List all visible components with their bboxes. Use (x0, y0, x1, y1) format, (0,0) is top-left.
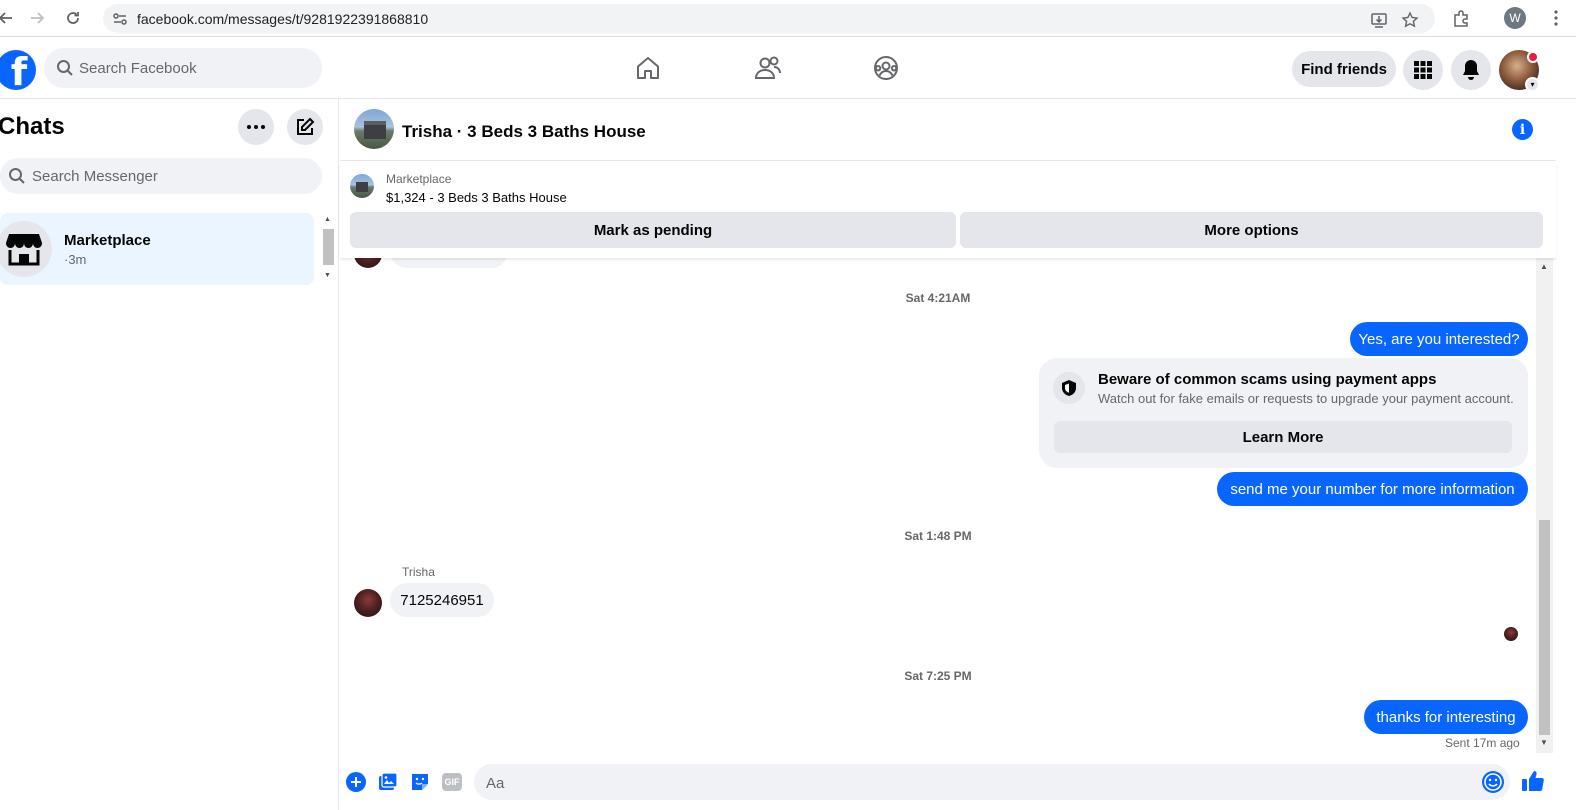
listing-bar: Marketplace $1,324 - 3 Beds 3 Baths Hous… (340, 162, 1556, 258)
more-options-icon (247, 125, 265, 129)
facebook-search[interactable] (44, 48, 322, 88)
message-bubble-incoming-partial (390, 258, 508, 268)
forward-icon[interactable] (25, 6, 49, 30)
facebook-search-input[interactable] (79, 58, 309, 78)
conversation-header: Trisha · 3 Beds 3 Baths House i (340, 99, 1556, 161)
listing-source: Marketplace (386, 172, 452, 186)
find-friends-button[interactable]: Find friends (1292, 51, 1396, 87)
plus-circle-icon (346, 772, 366, 792)
messenger-search[interactable] (0, 158, 322, 194)
chevron-down-icon[interactable]: ▾ (1525, 77, 1540, 92)
thumbs-up-icon (1522, 771, 1544, 791)
timestamp: Sat 1:48 PM (904, 529, 972, 543)
listing-thumbnail[interactable] (350, 174, 374, 198)
new-message-button[interactable] (287, 109, 323, 145)
gif-icon: GIF (442, 773, 462, 791)
message-scroll-thumb[interactable] (1539, 520, 1550, 735)
extensions-icon[interactable] (1449, 6, 1473, 30)
mark-as-pending-button[interactable]: Mark as pending (350, 212, 956, 248)
message-bubble-outgoing[interactable]: send me your number for more information (1217, 472, 1528, 506)
marketplace-store-icon (0, 221, 52, 277)
home-icon (637, 57, 659, 79)
nav-friends-tab[interactable] (752, 52, 784, 84)
emoji-icon[interactable] (1482, 771, 1504, 793)
chat-name: Marketplace (64, 232, 151, 249)
search-icon (9, 168, 25, 184)
sticker-button[interactable] (409, 771, 431, 793)
sidebar-scroll-thumb[interactable] (323, 229, 334, 265)
scam-warning-text: Watch out for fake emails or requests to… (1098, 391, 1514, 406)
message-input-wrapper[interactable] (474, 764, 1510, 800)
gif-button[interactable]: GIF (441, 771, 463, 793)
message-bubble-incoming[interactable]: 7125246951 (390, 583, 494, 617)
bell-icon (1463, 60, 1479, 80)
scam-warning-card: Beware of common scams using payment app… (1039, 358, 1528, 468)
notification-badge (1527, 51, 1539, 63)
search-icon (57, 60, 73, 76)
chats-title: Chats (0, 113, 65, 140)
grid-menu-icon (1414, 61, 1432, 79)
facebook-header: f Find friends ▾ (0, 38, 1576, 99)
message-composer: GIF (340, 758, 1556, 810)
more-actions-button[interactable] (345, 771, 367, 793)
message-scrollbar[interactable]: ▲ ▼ (1536, 258, 1553, 753)
listing-avatar[interactable] (354, 109, 394, 149)
nav-groups-tab[interactable] (870, 52, 902, 84)
bookmark-star-icon[interactable] (1400, 10, 1420, 30)
timestamp: Sat 7:25 PM (904, 669, 972, 683)
shield-icon (1053, 372, 1085, 404)
send-like-button[interactable] (1521, 769, 1545, 793)
conversation-title[interactable]: Trisha · 3 Beds 3 Baths House (402, 122, 646, 142)
scroll-down-arrow-icon[interactable]: ▼ (1540, 738, 1548, 747)
url-text: facebook.com/messages/t/9281922391868810 (137, 11, 429, 27)
groups-icon (874, 56, 898, 80)
messenger-search-input[interactable] (32, 166, 312, 186)
friends-icon (754, 56, 781, 79)
timestamp: Sat 4:21AM (905, 291, 971, 305)
sidebar-scrollbar[interactable]: ▲ ▼ (321, 216, 336, 283)
browser-toolbar: facebook.com/messages/t/9281922391868810… (0, 0, 1576, 37)
scroll-up-arrow-icon[interactable]: ▲ (324, 216, 331, 223)
menu-button[interactable] (1403, 50, 1443, 90)
chat-time: ·3m (64, 252, 87, 267)
facebook-logo-icon[interactable]: f (0, 50, 36, 90)
listing-description[interactable]: $1,324 - 3 Beds 3 Baths House (386, 190, 567, 205)
scroll-down-arrow-icon[interactable]: ▼ (324, 272, 331, 279)
sticker-icon (412, 774, 428, 790)
more-options-button[interactable]: More options (960, 212, 1543, 248)
message-bubble-outgoing[interactable]: thanks for interesting (1364, 700, 1528, 734)
nav-home-tab[interactable] (632, 52, 664, 84)
read-receipt-avatar (1504, 627, 1518, 641)
install-app-icon[interactable] (1369, 10, 1389, 30)
attach-photo-button[interactable] (377, 771, 399, 793)
learn-more-button[interactable]: Learn More (1054, 421, 1512, 453)
reload-icon[interactable] (61, 6, 85, 30)
message-input[interactable] (486, 773, 1466, 793)
scroll-up-arrow-icon[interactable]: ▲ (1540, 262, 1548, 271)
back-icon[interactable] (0, 6, 18, 30)
compose-icon (297, 117, 315, 135)
message-thread: Sat 4:21AM Yes, are you interested? Bewa… (340, 258, 1556, 758)
chat-list-item-marketplace[interactable]: Marketplace ·3m (0, 213, 314, 285)
notifications-button[interactable] (1451, 50, 1491, 90)
scam-warning-title: Beware of common scams using payment app… (1098, 371, 1437, 388)
chat-options-button[interactable] (238, 109, 274, 145)
message-bubble-outgoing[interactable]: Yes, are you interested? (1350, 322, 1528, 356)
info-icon[interactable]: i (1512, 119, 1533, 140)
peer-avatar (354, 258, 382, 268)
address-bar[interactable]: facebook.com/messages/t/9281922391868810 (103, 4, 1435, 33)
photo-icon (379, 772, 398, 790)
sender-name: Trisha (402, 565, 435, 579)
site-settings-icon[interactable] (111, 10, 129, 28)
peer-avatar[interactable] (354, 589, 382, 617)
chats-sidebar: Chats Marketplace ·3m ▲ ▼ (0, 99, 339, 810)
sent-status: Sent 17m ago (1445, 736, 1520, 750)
browser-menu-icon[interactable] (1544, 6, 1568, 30)
browser-profile-avatar[interactable]: W (1504, 7, 1526, 29)
